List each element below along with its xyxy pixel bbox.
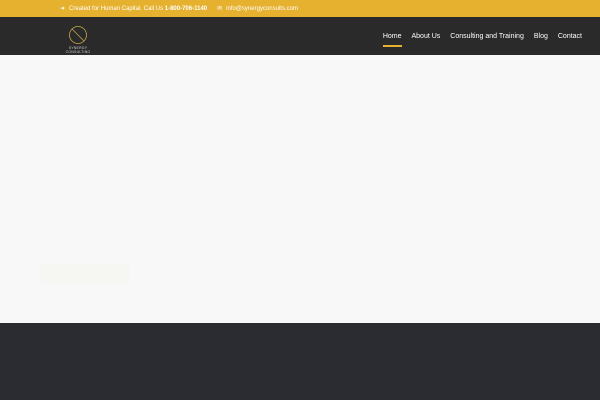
email-item[interactable]: ✉ info@synergyconsults.com <box>217 5 298 13</box>
logo-icon <box>69 26 87 44</box>
main-menu: Home About Us Consulting and Training Bl… <box>382 17 582 55</box>
footer <box>0 323 600 400</box>
nav-home[interactable]: Home <box>382 29 402 47</box>
nav-consulting-training[interactable]: Consulting and Training <box>450 29 524 44</box>
phone-number[interactable]: 1-800-706-1140 <box>165 6 207 12</box>
arrow-icon: ➜ <box>60 6 66 12</box>
top-info-bar: ➜ Created for Human Capital. Call Us 1-8… <box>0 0 600 17</box>
tagline-item: ➜ Created for Human Capital. Call Us 1-8… <box>60 5 208 13</box>
tagline-text: Created for Human Capital. Call Us 1-800… <box>69 5 208 12</box>
logo[interactable]: SYNERGY CONSULTING <box>56 25 100 54</box>
logo-text: SYNERGY CONSULTING <box>65 46 91 54</box>
hero-button[interactable] <box>40 263 130 283</box>
hero-section <box>0 55 600 323</box>
main-header: SYNERGY CONSULTING Home About Us Consult… <box>0 17 600 55</box>
envelope-icon: ✉ <box>217 6 223 12</box>
nav-contact[interactable]: Contact <box>558 29 582 44</box>
nav-about-us[interactable]: About Us <box>412 29 441 44</box>
nav-blog[interactable]: Blog <box>534 29 548 44</box>
email-link[interactable]: info@synergyconsults.com <box>226 6 298 12</box>
